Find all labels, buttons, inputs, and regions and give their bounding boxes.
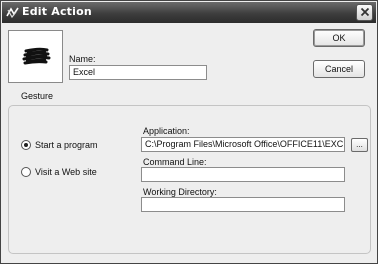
application-input[interactable]: C:\Program Files\Microsoft Office\OFFICE… bbox=[141, 137, 345, 152]
command-line-label: Command Line: bbox=[143, 157, 207, 167]
visit-web-site-radio[interactable]: Visit a Web site bbox=[21, 167, 97, 177]
cancel-button[interactable]: Cancel bbox=[313, 60, 365, 78]
start-program-radio[interactable]: Start a program bbox=[21, 140, 98, 150]
gesture-app-icon bbox=[6, 6, 20, 19]
browse-button[interactable]: ... bbox=[351, 138, 368, 152]
gesture-stroke-icon bbox=[9, 47, 62, 84]
application-label: Application: bbox=[143, 126, 190, 136]
close-button[interactable] bbox=[356, 4, 373, 21]
working-directory-input[interactable] bbox=[141, 197, 345, 212]
radio-unselected-indicator[interactable] bbox=[21, 167, 31, 177]
gesture-label: Gesture bbox=[21, 91, 54, 101]
name-input[interactable]: Excel bbox=[69, 65, 207, 80]
name-label: Name: bbox=[69, 54, 96, 64]
gesture-preview[interactable] bbox=[8, 30, 63, 83]
start-program-label: Start a program bbox=[35, 140, 98, 150]
visit-web-site-label: Visit a Web site bbox=[35, 167, 97, 177]
ok-button[interactable]: OK bbox=[313, 29, 365, 47]
edit-action-dialog: Edit Action Gesture Name: Excel OK Cance… bbox=[0, 0, 378, 264]
radio-selected-indicator[interactable] bbox=[21, 140, 31, 150]
working-directory-label: Working Directory: bbox=[143, 187, 217, 197]
command-line-input[interactable] bbox=[141, 167, 345, 182]
title-bar[interactable]: Edit Action bbox=[2, 2, 376, 23]
close-icon bbox=[360, 7, 370, 19]
window-title: Edit Action bbox=[22, 5, 92, 18]
